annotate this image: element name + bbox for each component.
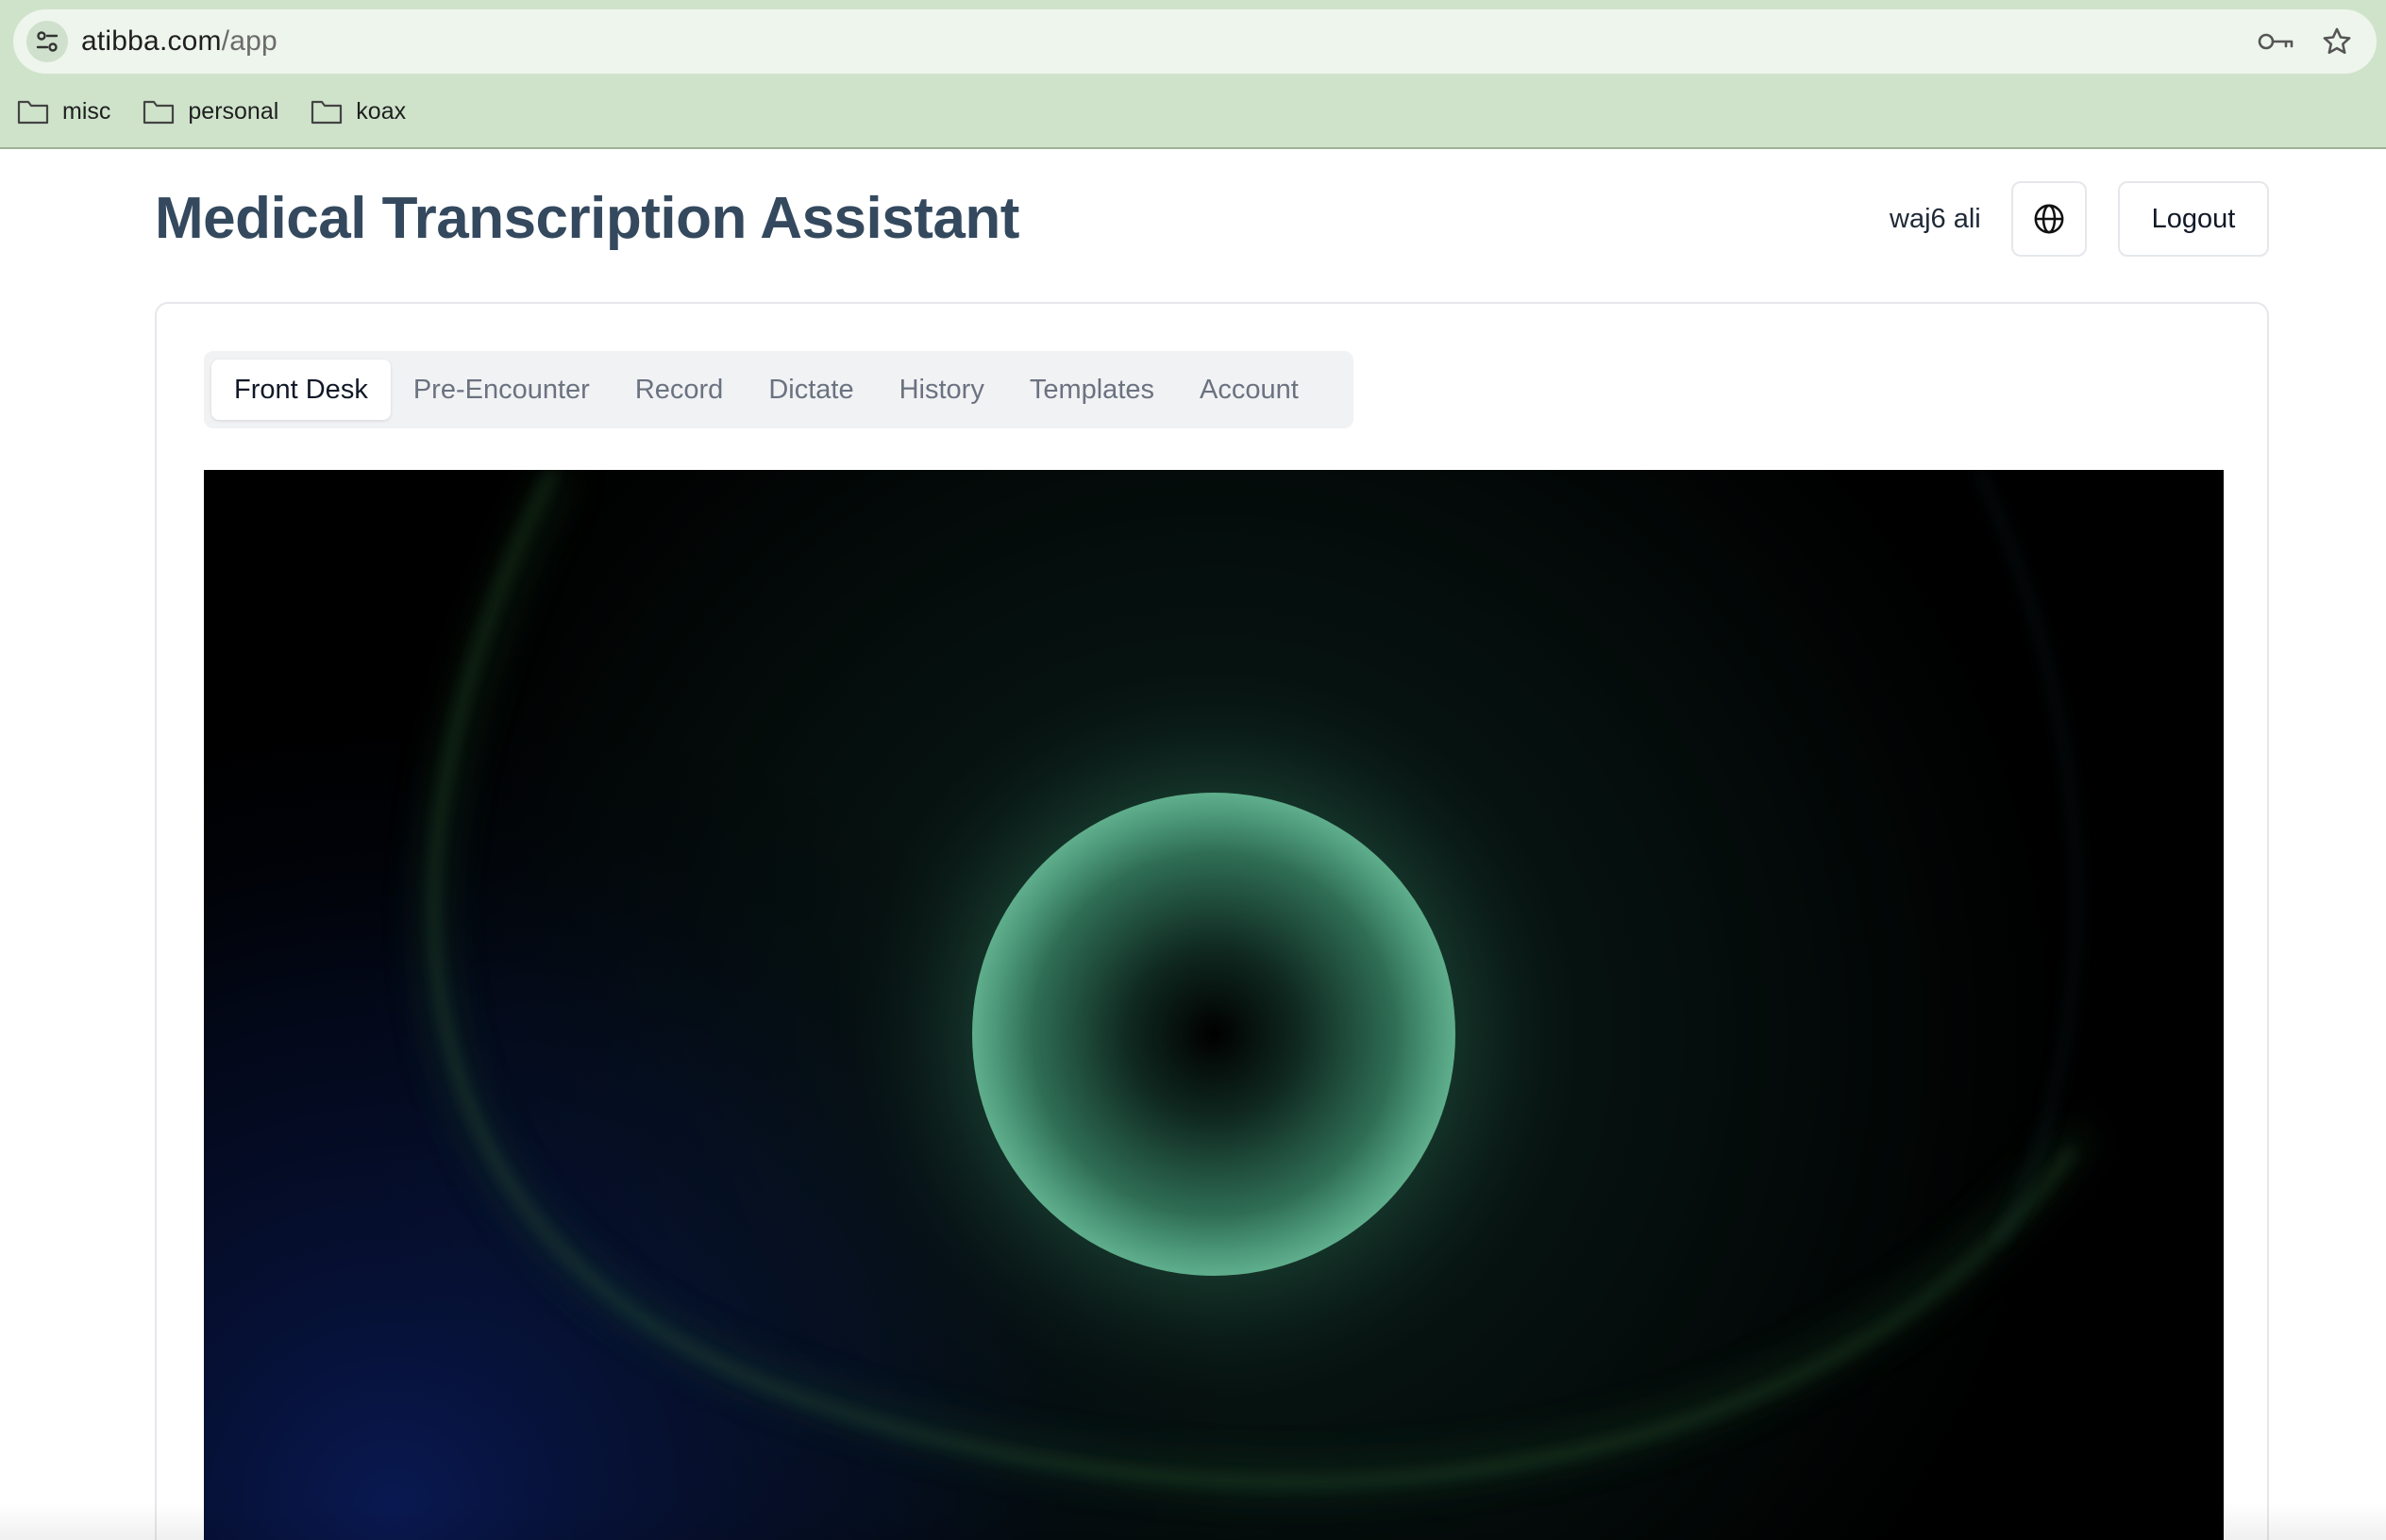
tab-record[interactable]: Record (613, 360, 747, 420)
tab-account[interactable]: Account (1177, 360, 1321, 420)
logout-button[interactable]: Logout (2118, 181, 2269, 257)
page-title: Medical Transcription Assistant (155, 186, 1019, 251)
tab-templates[interactable]: Templates (1007, 360, 1177, 420)
tab-dictate[interactable]: Dictate (746, 360, 876, 420)
voice-visualizer (204, 470, 2224, 1540)
user-name: waj6 ali (1890, 204, 1981, 234)
folder-icon (17, 100, 49, 125)
browser-chrome: atibba.com/app misc personal koax (0, 0, 2386, 149)
visualizer-canvas (204, 470, 2224, 1540)
url-path: /app (221, 25, 277, 57)
tab-list: Front Desk Pre-Encounter Record Dictate … (204, 351, 1353, 428)
url-text[interactable]: atibba.com/app (81, 25, 277, 58)
folder-icon (143, 100, 175, 125)
address-bar[interactable]: atibba.com/app (13, 9, 2377, 74)
bookmark-label: misc (62, 97, 111, 125)
url-domain: atibba.com (81, 25, 222, 57)
site-settings-icon[interactable] (26, 21, 68, 62)
password-key-icon[interactable] (2256, 21, 2297, 62)
bookmark-misc[interactable]: misc (17, 98, 110, 126)
globe-icon (2034, 204, 2064, 234)
bookmark-label: personal (188, 97, 279, 125)
bookmark-personal[interactable]: personal (143, 98, 278, 126)
folder-icon (311, 100, 343, 125)
tab-front-desk[interactable]: Front Desk (211, 360, 391, 420)
tab-pre-encounter[interactable]: Pre-Encounter (391, 360, 613, 420)
tab-history[interactable]: History (877, 360, 1007, 420)
main-card: Front Desk Pre-Encounter Record Dictate … (155, 302, 2269, 1540)
bookmarks-bar: misc personal koax (17, 92, 438, 130)
language-button[interactable] (2011, 181, 2087, 257)
bookmark-star-icon[interactable] (2316, 21, 2358, 62)
bookmark-koax[interactable]: koax (311, 98, 406, 126)
bookmark-label: koax (356, 97, 407, 125)
